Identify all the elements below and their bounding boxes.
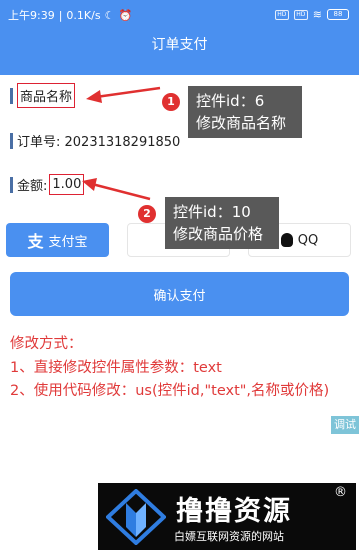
- registered-mark: ®: [334, 485, 347, 500]
- watermark-title: 撸撸资源: [176, 496, 292, 527]
- note-line-2: 2、使用代码修改：us(控件id,"text",名称或价格): [10, 383, 330, 399]
- alipay-label: 支付宝: [48, 234, 88, 250]
- qq-penguin-icon: [280, 233, 293, 247]
- annotation-2-line2: 修改商品价格: [173, 225, 264, 243]
- watermark-logo: 撸撸资源 ® 白嫖互联网资源的网站: [98, 483, 356, 550]
- alipay-icon: 支: [27, 232, 44, 251]
- note-heading: 修改方式：: [10, 336, 83, 352]
- annotation-tooltip-1: 控件id：6 修改商品名称: [188, 86, 302, 138]
- arrow-2: [82, 178, 151, 201]
- alipay-button[interactable]: 支 支付宝: [6, 223, 109, 257]
- annotation-1-line1: 控件id：6: [196, 92, 265, 110]
- logo-mark-icon: [106, 489, 166, 545]
- annotation-tooltip-2: 控件id：10 修改商品价格: [165, 197, 279, 249]
- watermark-subtitle: 白嫖互联网资源的网站: [174, 530, 284, 543]
- annotation-2-line1: 控件id：10: [173, 203, 251, 221]
- arrow-1: [86, 86, 161, 103]
- annotation-badge-1: 1: [162, 93, 180, 111]
- confirm-pay-button[interactable]: 确认支付: [10, 272, 349, 316]
- debug-button[interactable]: 调试: [331, 416, 359, 434]
- qq-label: QQ: [297, 232, 319, 248]
- note-line-1: 1、直接修改控件属性参数：text: [10, 360, 222, 376]
- annotation-1-line2: 修改商品名称: [196, 114, 287, 132]
- annotation-badge-2: 2: [138, 205, 156, 223]
